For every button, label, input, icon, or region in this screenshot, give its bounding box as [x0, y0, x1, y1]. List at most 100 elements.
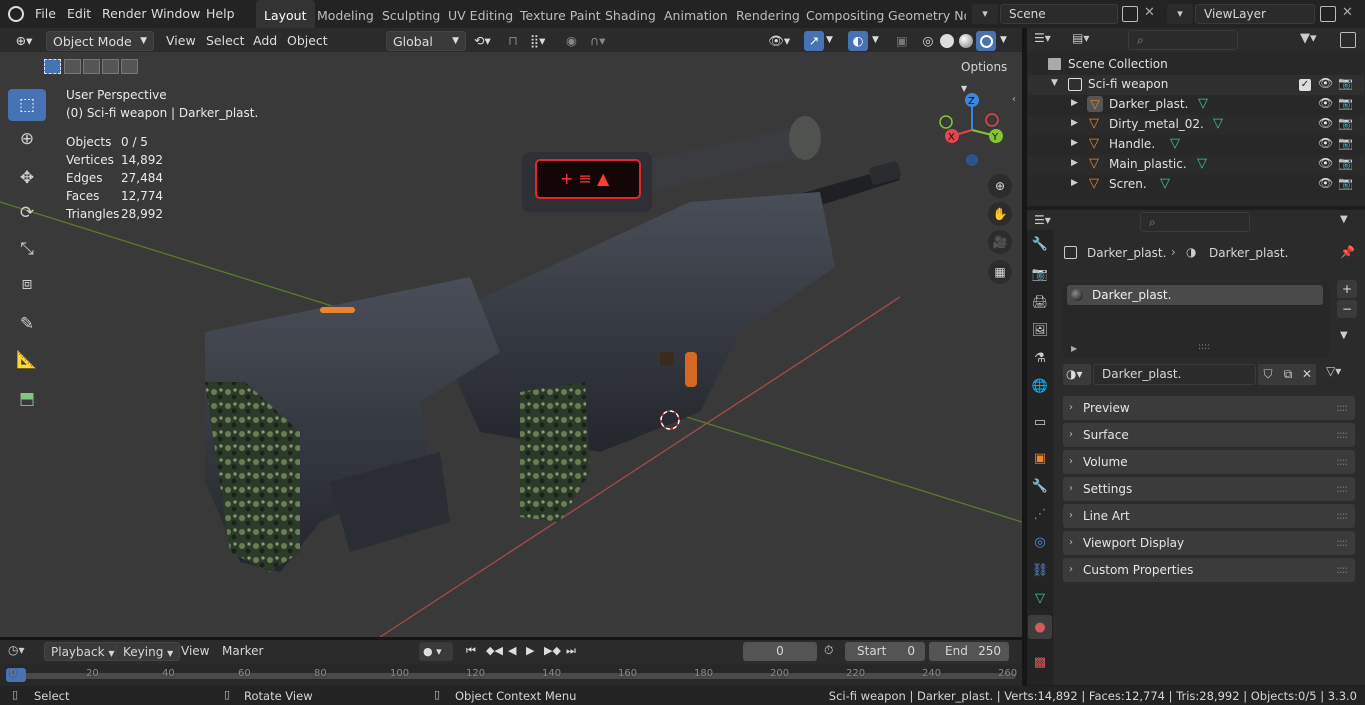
item-expand-icon[interactable]: ▶ — [1071, 178, 1078, 188]
prev-keyframe-icon[interactable]: ◆◀ — [486, 644, 503, 657]
render-camera-icon[interactable]: 📷 — [1338, 136, 1353, 150]
orientation-dropdown[interactable]: Global ▼ — [386, 31, 466, 51]
particles-tab-icon[interactable]: ⋰ — [1030, 504, 1050, 524]
collection-camera-icon[interactable]: 📷 — [1338, 76, 1353, 90]
eye-icon[interactable]: 👁 — [1318, 176, 1333, 190]
current-frame-field[interactable]: 0 — [743, 642, 817, 661]
tab-layout[interactable]: Layout — [256, 0, 315, 30]
shading-rendered-icon[interactable] — [976, 31, 996, 51]
outliner-search-input[interactable]: ⌕ — [1128, 30, 1238, 50]
outliner-item-label[interactable]: Dirty_metal_02. — [1109, 114, 1204, 134]
item-expand-icon[interactable]: ▶ — [1071, 118, 1078, 128]
pin-icon[interactable]: 📌 — [1340, 245, 1355, 259]
scale-tool-icon[interactable]: ⤡ — [8, 233, 46, 265]
menu-add[interactable]: Add — [253, 31, 277, 51]
outliner-item-label[interactable]: Darker_plast. — [1109, 94, 1188, 114]
pan-hand-icon[interactable]: ✋ — [988, 202, 1012, 226]
item-expand-icon[interactable]: ▶ — [1071, 138, 1078, 148]
scene-selector-icon[interactable]: ▾ — [972, 4, 998, 24]
panel-settings[interactable]: › Settings:::: — [1063, 477, 1355, 501]
tab-animation[interactable]: Animation — [656, 0, 736, 30]
overlays-toggle-icon[interactable]: ◐ — [848, 31, 868, 51]
overlays-dropdown-icon[interactable]: ▼ — [872, 31, 884, 51]
tab-geometry-nodes[interactable]: Geometry Noc — [880, 0, 966, 30]
editor-type-icon[interactable]: ⊕▾ — [8, 31, 40, 51]
unlink-material-icon[interactable]: ✕ — [1298, 364, 1316, 385]
zoom-icon[interactable]: ⊕ — [988, 174, 1012, 198]
output-tab-icon[interactable]: 🖨 — [1030, 292, 1050, 312]
measure-tool-icon[interactable]: 📐 — [8, 344, 46, 376]
panel-preview[interactable]: › Preview:::: — [1063, 396, 1355, 420]
transform-tool-icon[interactable]: ⧈ — [8, 268, 46, 300]
end-frame-field[interactable]: End 250 — [929, 642, 1009, 661]
3d-viewport[interactable]: + ≡ ▲ ⬚ ⊕ ✥ ⟳ ⤡ ⧈ ✎ 📐 ⬒ User Perspective… — [0, 52, 1022, 637]
keying-dropdown[interactable]: Keying ▼ — [116, 642, 181, 661]
add-slot-button[interactable]: + — [1337, 280, 1357, 298]
move-tool-icon[interactable]: ✥ — [8, 162, 46, 194]
menu-help[interactable]: Help — [206, 6, 235, 21]
constraints-tab-icon[interactable]: ⛓ — [1030, 560, 1050, 580]
remove-view-layer-icon[interactable]: ✕ — [1342, 5, 1353, 20]
filter-icon[interactable]: ▼▾ — [1300, 31, 1317, 46]
panel-volume[interactable]: › Volume:::: — [1063, 450, 1355, 474]
gizmo-dropdown-icon[interactable]: ▼ — [826, 31, 838, 51]
tab-rendering[interactable]: Rendering — [728, 0, 808, 30]
annotate-tool-icon[interactable]: ✎ — [8, 308, 46, 340]
outliner-item-label[interactable]: Handle. — [1109, 134, 1155, 154]
snap-target-icon[interactable]: ⣿▾ — [530, 31, 558, 51]
select-box-tool-icon[interactable]: ⬚ — [8, 89, 46, 121]
duplicate-material-icon[interactable]: ⧉ — [1278, 364, 1298, 385]
tab-shading[interactable]: Shading — [597, 0, 664, 30]
shading-dropdown-icon[interactable]: ▼ — [1000, 31, 1012, 51]
view-layer-selector-icon[interactable]: ▾ — [1167, 4, 1193, 24]
new-collection-icon[interactable] — [1340, 32, 1356, 48]
outliner-item-label[interactable]: Main_plastic. — [1109, 154, 1187, 174]
fake-user-icon[interactable]: ⛉ — [1258, 364, 1278, 385]
panel-viewport-display[interactable]: › Viewport Display:::: — [1063, 531, 1355, 555]
collection-tab-icon[interactable]: ▭ — [1030, 412, 1050, 432]
menu-window[interactable]: Window — [151, 6, 200, 21]
blender-logo-icon[interactable] — [8, 6, 24, 22]
outliner-row[interactable] — [1028, 135, 1364, 155]
texture-tab-icon[interactable]: ▩ — [1030, 652, 1050, 672]
outliner-editor-type-icon[interactable]: ☰▾ — [1034, 31, 1051, 45]
material-tab-icon[interactable]: ● — [1028, 615, 1052, 639]
panel-custom-properties[interactable]: › Custom Properties:::: — [1063, 558, 1355, 582]
scene-collection-label[interactable]: Scene Collection — [1068, 54, 1168, 74]
ortho-grid-icon[interactable]: ▦ — [988, 260, 1012, 284]
playback-dropdown[interactable]: Playback ▼ — [44, 642, 122, 661]
outliner-row[interactable] — [1028, 95, 1364, 115]
object-tab-icon[interactable]: ▣ — [1030, 448, 1050, 468]
start-frame-field[interactable]: Start 0 — [845, 642, 925, 661]
select-mode-intersect-icon[interactable] — [121, 59, 138, 74]
jump-start-icon[interactable]: ⏮ — [466, 644, 476, 658]
preview-range-icon[interactable]: ⏱ — [824, 643, 833, 658]
remove-slot-button[interactable]: − — [1337, 300, 1357, 318]
outliner-item-label[interactable]: Scren. — [1109, 174, 1147, 194]
sidebar-toggle-icon[interactable]: ‹ — [1012, 94, 1016, 105]
shading-solid-icon[interactable] — [940, 34, 954, 48]
outliner-row[interactable] — [1028, 155, 1364, 175]
list-expand-icon[interactable]: ▶ — [1071, 344, 1077, 353]
cursor-tool-icon[interactable]: ⊕ — [8, 123, 46, 155]
browse-material-icon[interactable]: ◑▾ — [1063, 364, 1091, 385]
physics-tab-icon[interactable]: ◎ — [1030, 532, 1050, 552]
scene-tab-icon[interactable]: ⚗ — [1030, 348, 1050, 368]
select-mode-invert-icon[interactable] — [102, 59, 119, 74]
collection-label[interactable]: Sci-fi weapon — [1088, 74, 1168, 94]
tab-compositing[interactable]: Compositing — [798, 0, 892, 30]
menu-object[interactable]: Object — [287, 31, 328, 51]
tab-uv-editing[interactable]: UV Editing — [440, 0, 521, 30]
menu-render[interactable]: Render — [102, 6, 147, 21]
shading-wireframe-icon[interactable]: ◎ — [920, 31, 936, 51]
xray-icon[interactable]: ▣ — [896, 31, 912, 51]
eye-icon[interactable]: 👁 — [1318, 96, 1333, 110]
visibility-icon[interactable]: 👁▾ — [768, 31, 796, 51]
menu-edit[interactable]: Edit — [67, 6, 91, 21]
item-expand-icon[interactable]: ▶ — [1071, 98, 1078, 108]
scene-name-field[interactable]: Scene — [1000, 4, 1118, 24]
view-layer-tab-icon[interactable]: 🖼 — [1030, 320, 1050, 340]
slot-specials-icon[interactable]: ▼ — [1340, 330, 1348, 341]
menu-select[interactable]: Select — [206, 31, 245, 51]
tool-tab-icon[interactable]: 🔧 — [1030, 234, 1050, 254]
